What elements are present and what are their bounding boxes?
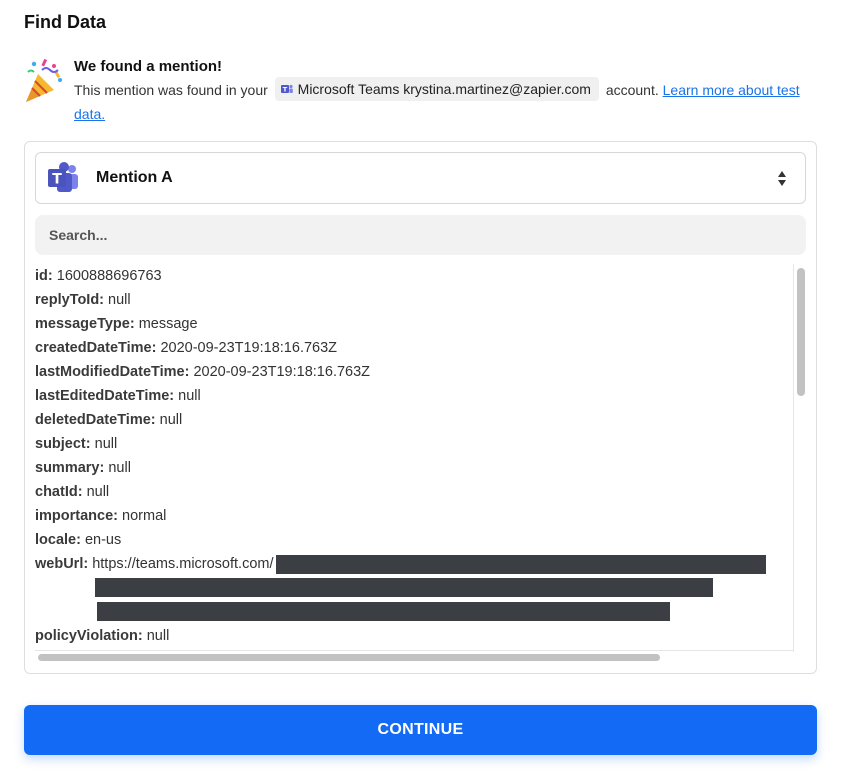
redaction-bar xyxy=(95,578,713,597)
field-row: subject: null xyxy=(35,432,791,456)
found-description: This mention was found in your T Microso… xyxy=(74,77,819,126)
vertical-scrollbar[interactable] xyxy=(793,264,807,652)
field-key: webUrl: xyxy=(35,556,89,572)
mention-select[interactable]: T Mention A xyxy=(35,152,806,204)
field-row: summary: null xyxy=(35,456,791,480)
microsoft-teams-icon: T xyxy=(280,84,293,94)
field-value: null xyxy=(108,292,131,308)
field-value: message xyxy=(138,316,198,332)
field-key: locale: xyxy=(35,532,81,548)
field-value: 2020-09-23T19:18:16.763Z xyxy=(160,340,338,356)
redaction-bar xyxy=(97,602,670,621)
field-value: null xyxy=(146,628,170,644)
field-key: lastModifiedDateTime: xyxy=(35,364,190,380)
continue-button[interactable]: CONTINUE xyxy=(24,705,817,755)
field-value: en-us xyxy=(84,532,122,548)
field-row: deletedDateTime: null xyxy=(35,408,791,432)
svg-text:T: T xyxy=(282,86,287,94)
field-row: id: 1600888696763 xyxy=(35,264,791,288)
field-key: chatId: xyxy=(35,484,83,500)
found-text-before: This mention was found in your xyxy=(74,82,268,98)
account-label: Microsoft Teams krystina.martinez@zapier… xyxy=(297,81,591,97)
mention-found-notice: We found a mention! This mention was fou… xyxy=(24,56,819,126)
field-row: lastModifiedDateTime: 2020-09-23T19:18:1… xyxy=(35,360,791,384)
field-value: null xyxy=(108,460,131,476)
redacted-line xyxy=(35,600,791,624)
mention-select-value: Mention A xyxy=(96,169,173,186)
field-row: replyToId: null xyxy=(35,288,791,312)
field-key: replyToId: xyxy=(35,292,105,308)
found-text-after: account. xyxy=(605,82,659,98)
field-key: messageType: xyxy=(35,316,135,332)
field-key: createdDateTime: xyxy=(35,340,157,356)
search-input[interactable] xyxy=(35,215,806,255)
field-row: chatId: null xyxy=(35,480,791,504)
field-value: null xyxy=(159,412,183,428)
horizontal-scroll-thumb[interactable] xyxy=(38,654,660,661)
field-value: 2020-09-23T19:18:16.763Z xyxy=(193,364,371,380)
field-row: messageType: message xyxy=(35,312,791,336)
field-key: importance: xyxy=(35,508,118,524)
field-value: null xyxy=(94,436,118,452)
field-value: normal xyxy=(122,508,167,524)
field-row: lastEditedDateTime: null xyxy=(35,384,791,408)
field-row: policyViolation: null xyxy=(35,624,791,648)
field-value: null xyxy=(86,484,110,500)
vertical-scroll-thumb[interactable] xyxy=(797,268,805,396)
redaction-bar xyxy=(275,554,766,574)
page-title: Find Data xyxy=(24,12,107,32)
field-key: subject: xyxy=(35,436,91,452)
microsoft-teams-icon: T xyxy=(48,162,78,192)
field-list: id: 1600888696763 replyToId: null messag… xyxy=(35,264,791,652)
field-row: createdDateTime: 2020-09-23T19:18:16.763… xyxy=(35,336,791,360)
field-row: locale: en-us xyxy=(35,528,791,552)
field-key: deletedDateTime: xyxy=(35,412,156,428)
svg-text:T: T xyxy=(52,172,62,188)
field-row: importance: normal xyxy=(35,504,791,528)
field-value: https://teams.microsoft.com/ xyxy=(92,556,274,572)
field-key: summary: xyxy=(35,460,105,476)
test-data-panel: T Mention A id: 1600888696763 replyToId:… xyxy=(24,141,817,674)
field-key: policyViolation: xyxy=(35,628,143,644)
field-key: lastEditedDateTime: xyxy=(35,388,175,404)
field-value: null xyxy=(178,388,201,404)
horizontal-scrollbar[interactable] xyxy=(35,650,793,662)
field-value: 1600888696763 xyxy=(56,268,162,284)
party-popper-icon xyxy=(26,58,62,102)
field-key: id: xyxy=(35,268,53,284)
sort-arrows-icon xyxy=(778,171,786,186)
field-row: webUrl: https://teams.microsoft.com/ xyxy=(35,552,791,576)
redacted-line xyxy=(35,576,791,600)
found-heading: We found a mention! xyxy=(74,58,223,75)
account-chip: T Microsoft Teams krystina.martinez@zapi… xyxy=(274,77,599,101)
